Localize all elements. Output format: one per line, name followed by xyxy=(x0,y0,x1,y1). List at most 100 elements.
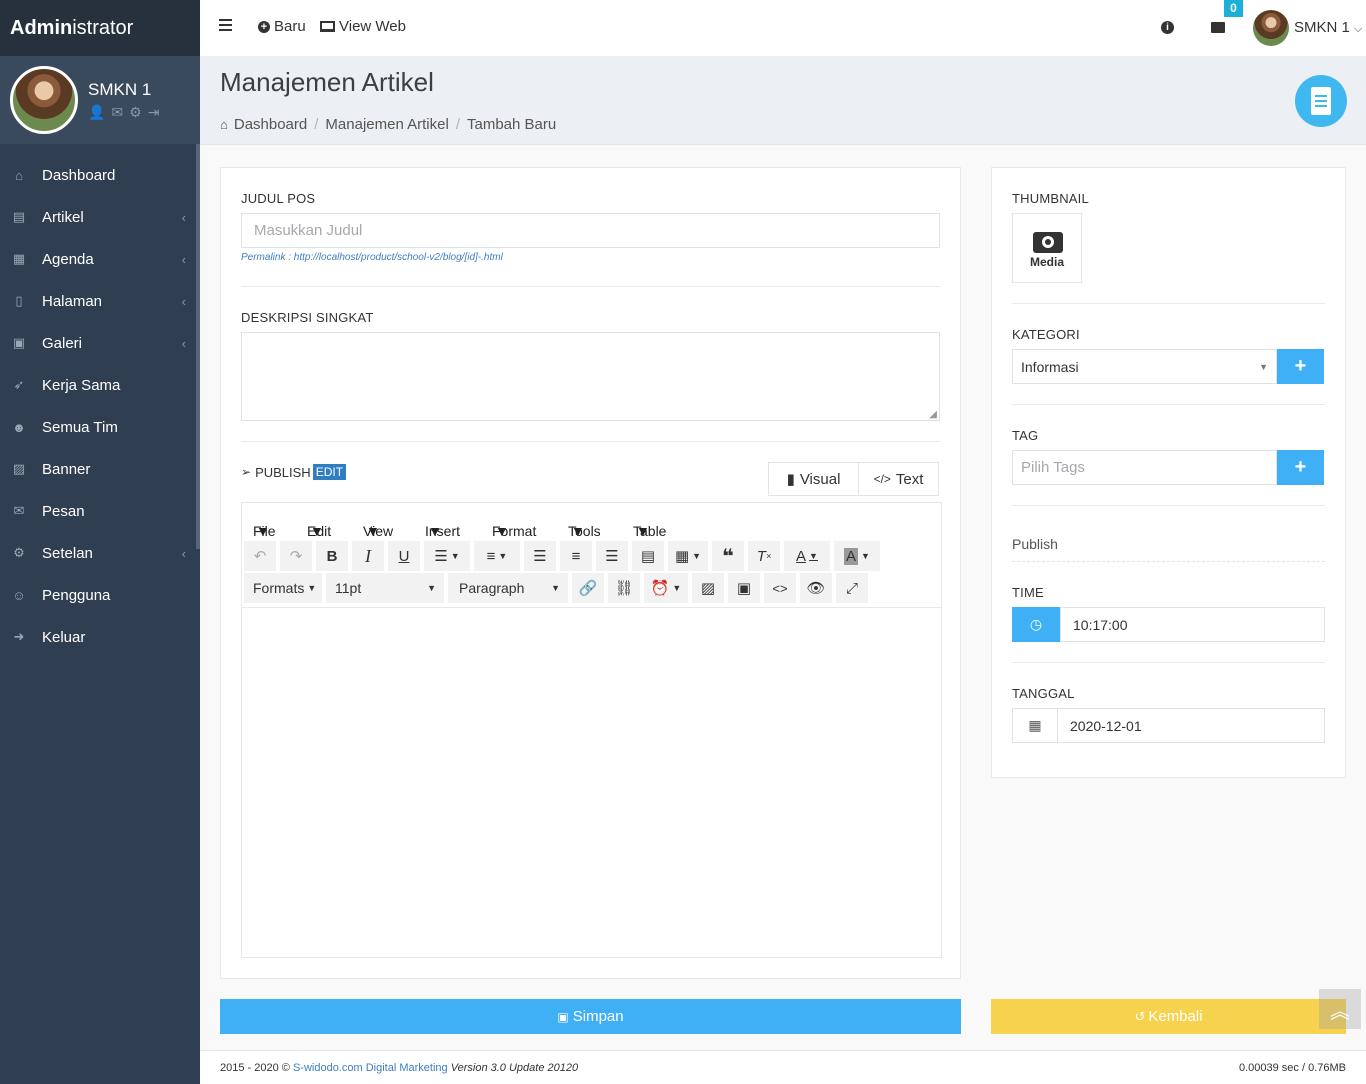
clear-formatting-icon[interactable]: T × xyxy=(748,541,780,571)
footer-copyright: 2015 - 2020 © S-widodo.com Digital Marke… xyxy=(220,1062,579,1074)
align-center-icon[interactable]: ≡ xyxy=(560,541,592,571)
text-color-icon[interactable]: A ▼ xyxy=(784,541,830,571)
tag-input[interactable]: Pilih Tags xyxy=(1012,450,1277,485)
footer-stats: 0.00039 sec / 0.76MB xyxy=(1238,1062,1346,1074)
user-menu[interactable]: SMKN 1 ⌵ xyxy=(1294,19,1362,36)
sidebar-item-artikel[interactable]: ▤ Artikel ‹ xyxy=(0,196,200,238)
envelope-icon[interactable] xyxy=(1211,22,1225,33)
insert-media-icon[interactable]: ▣ xyxy=(728,573,760,603)
avatar[interactable] xyxy=(10,66,78,134)
menu-toggle-icon[interactable] xyxy=(219,19,232,35)
visual-tab[interactable]: ▮ Visual xyxy=(768,462,859,496)
numbered-list-icon[interactable]: ≡ ▼ xyxy=(474,541,520,571)
breadcrumb: ⌂ Dashboard / Manajemen Artikel / Tambah… xyxy=(220,116,557,133)
file-icon: ▯ xyxy=(15,293,23,308)
sidebar-item-semua-tim[interactable]: ☻ Semua Tim xyxy=(0,406,200,448)
align-left-icon[interactable]: ☰ xyxy=(524,541,556,571)
italic-icon[interactable]: I xyxy=(352,541,384,571)
breadcrumb-dashboard[interactable]: Dashboard xyxy=(234,116,307,133)
alarm-clock-icon[interactable]: ⏰ ▼ xyxy=(644,573,688,603)
title-input[interactable]: Masukkan Judul xyxy=(241,213,940,248)
bold-icon[interactable]: B xyxy=(316,541,348,571)
align-justify-icon[interactable]: ▤ xyxy=(632,541,664,571)
add-tag-button[interactable]: + xyxy=(1277,450,1324,485)
sidebar-item-halaman[interactable]: ▯ Halaman ‹ xyxy=(0,280,200,322)
gallery-icon: ▣ xyxy=(12,335,26,350)
calendar-icon[interactable]: ▦ xyxy=(1012,708,1058,743)
plus-circle-icon: + xyxy=(258,20,270,33)
sidebar-item-agenda[interactable]: ▦ Agenda ‹ xyxy=(0,238,200,280)
underline-icon[interactable]: U xyxy=(388,541,420,571)
align-right-icon[interactable]: ☰ xyxy=(596,541,628,571)
sidebar-item-kerja-sama[interactable]: ➶ Kerja Sama xyxy=(0,364,200,406)
new-button[interactable]: + Baru xyxy=(258,18,306,35)
save-button[interactable]: ▣ Simpan xyxy=(220,999,961,1034)
view-web-button[interactable]: View Web xyxy=(320,18,406,35)
sidebar-item-banner[interactable]: ▨ Banner xyxy=(0,448,200,490)
editor-content-area[interactable] xyxy=(242,607,941,957)
camera-icon xyxy=(1033,232,1063,253)
insert-image-icon[interactable]: ▨ xyxy=(692,573,724,603)
sidebar-item-pengguna[interactable]: ☺ Pengguna xyxy=(0,574,200,616)
bullet-list-icon[interactable]: ☰ ▼ xyxy=(424,541,470,571)
edit-publish-button[interactable]: EDIT xyxy=(312,464,347,480)
source-code-icon[interactable]: <> xyxy=(764,573,796,603)
footer-link[interactable]: S-widodo.com Digital Marketing xyxy=(293,1062,448,1074)
back-button[interactable]: ↺ Kembali xyxy=(991,999,1346,1034)
table-icon[interactable]: ▦ ▼ xyxy=(668,541,708,571)
sidebar-item-keluar[interactable]: ➜ Keluar xyxy=(0,616,200,658)
sidebar-scrollbar[interactable] xyxy=(196,144,200,549)
sidebar-item-label: Halaman xyxy=(42,292,103,310)
date-input[interactable]: 2020-12-01 xyxy=(1057,708,1325,743)
time-input[interactable]: 10:17:00 xyxy=(1060,607,1325,642)
envelope-icon[interactable]: ✉ xyxy=(111,104,123,121)
preview-eye-icon[interactable]: 👁 xyxy=(800,573,832,603)
user-icon[interactable]: 👤 xyxy=(88,104,105,121)
description-textarea[interactable]: ◢ xyxy=(241,332,940,421)
info-icon[interactable]: i xyxy=(1161,21,1174,34)
user-avatar[interactable] xyxy=(1253,10,1289,46)
calendar-icon: ▦ xyxy=(12,251,26,266)
publish-heading: Publish xyxy=(1012,536,1058,552)
sidebar-item-galeri[interactable]: ▣ Galeri ‹ xyxy=(0,322,200,364)
paper-plane-icon: ➢ xyxy=(241,465,252,479)
users-icon: ☻ xyxy=(12,419,26,435)
dropdown-arrow-icon: ▼ xyxy=(1259,361,1268,372)
sidebar-item-label: Galeri xyxy=(42,334,83,352)
desktop-icon xyxy=(320,21,335,32)
kategori-select[interactable]: Informasi ▼ xyxy=(1012,349,1277,384)
page-header: Manajemen Artikel ⌂ Dashboard / Manajeme… xyxy=(200,56,1366,145)
gear-icon[interactable]: ⚙ xyxy=(129,104,142,121)
clock-icon[interactable]: ◷ xyxy=(1012,607,1060,642)
brand-logo[interactable]: Administrator xyxy=(0,0,200,56)
home-icon: ⌂ xyxy=(220,117,228,132)
double-chevron-up-icon: ︽ xyxy=(1330,1000,1350,1023)
font-size-select[interactable]: 11pt ▼ xyxy=(326,573,444,603)
breadcrumb-manajemen-artikel[interactable]: Manajemen Artikel xyxy=(325,116,448,133)
block-format-select[interactable]: Paragraph ▼ xyxy=(448,573,568,603)
add-kategori-button[interactable]: + xyxy=(1277,349,1324,384)
text-tab[interactable]: </> Text xyxy=(858,462,939,496)
footer: 2015 - 2020 © S-widodo.com Digital Marke… xyxy=(200,1050,1366,1084)
redo-icon[interactable]: ↷ xyxy=(280,541,312,571)
formats-dropdown[interactable]: Formats ▼ xyxy=(244,573,322,603)
sidebar-item-setelan[interactable]: ⚙ Setelan ‹ xyxy=(0,532,200,574)
floppy-disk-icon: ▣ xyxy=(557,1009,569,1024)
blockquote-icon[interactable]: ❝ xyxy=(712,541,744,571)
sidebar-item-dashboard[interactable]: ⌂ Dashboard xyxy=(0,154,200,196)
sidebar-item-pesan[interactable]: ✉ Pesan xyxy=(0,490,200,532)
fullscreen-icon[interactable]: ⤢ xyxy=(836,573,868,603)
rich-text-editor: File ▼ Edit ▼ View ▼ Insert ▼ Format ▼ Tools ▼… xyxy=(241,502,942,958)
scroll-to-top-button[interactable]: ︽ xyxy=(1319,989,1361,1029)
sidebar-item-label: Banner xyxy=(42,460,91,478)
sign-out-icon[interactable]: ⇥ xyxy=(148,104,160,121)
unlink-icon[interactable]: ⛓ xyxy=(608,573,640,603)
thumbnail-media-button[interactable]: Media xyxy=(1012,213,1082,283)
cogs-icon: ⚙ xyxy=(13,545,25,560)
undo-icon[interactable]: ↶ xyxy=(244,541,276,571)
plus-icon: + xyxy=(1294,355,1307,377)
sidebar-item-label: Dashboard xyxy=(42,166,116,184)
tag-label: TAG xyxy=(1012,428,1039,443)
link-icon[interactable]: 🔗 xyxy=(572,573,604,603)
background-color-icon[interactable]: A ▼ xyxy=(834,541,880,571)
